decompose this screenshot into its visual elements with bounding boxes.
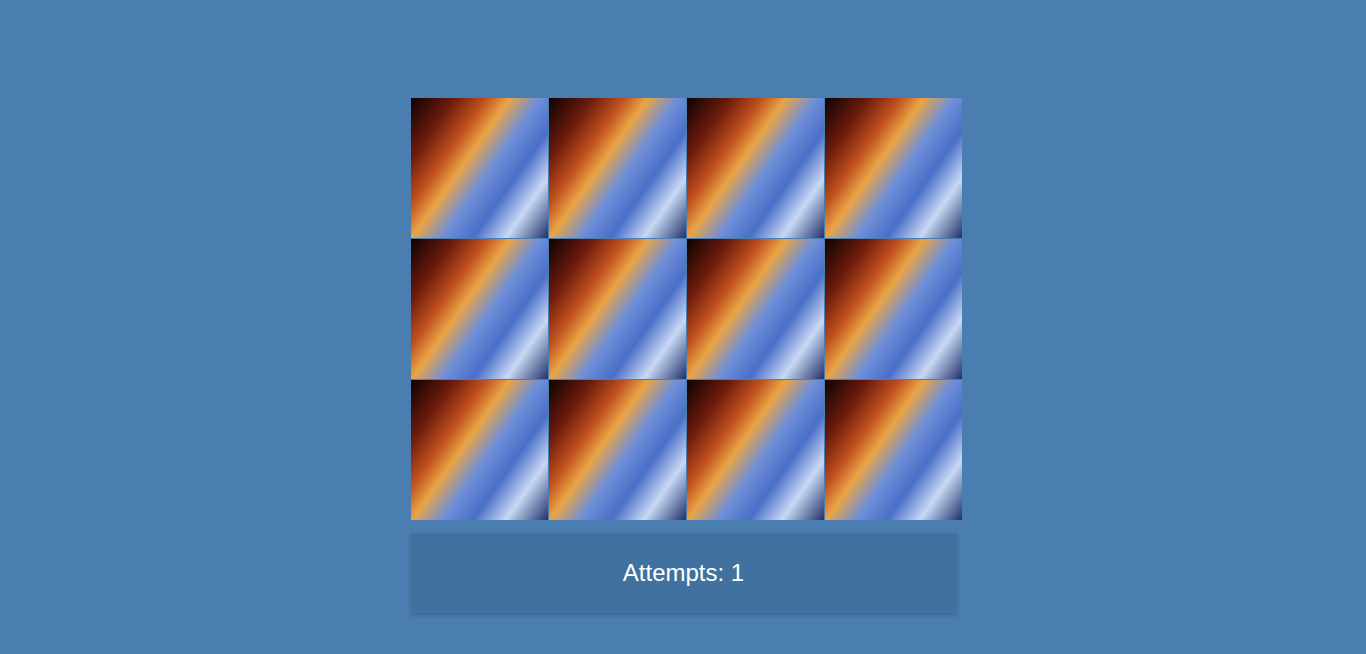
memory-card[interactable] [549,380,686,520]
page: Attempts: 1 [0,0,1366,654]
attempts-counter: Attempts: 1 [623,555,744,591]
memory-card[interactable] [549,98,686,238]
memory-card[interactable] [687,380,824,520]
memory-card[interactable] [687,98,824,238]
card-grid [411,98,962,520]
memory-card[interactable] [825,98,962,238]
memory-card[interactable] [687,239,824,379]
memory-card[interactable] [411,239,548,379]
memory-card[interactable] [825,380,962,520]
status-panel: Attempts: 1 [411,533,957,613]
memory-card[interactable] [411,98,548,238]
memory-card[interactable] [825,239,962,379]
memory-card[interactable] [411,380,548,520]
memory-card[interactable] [549,239,686,379]
